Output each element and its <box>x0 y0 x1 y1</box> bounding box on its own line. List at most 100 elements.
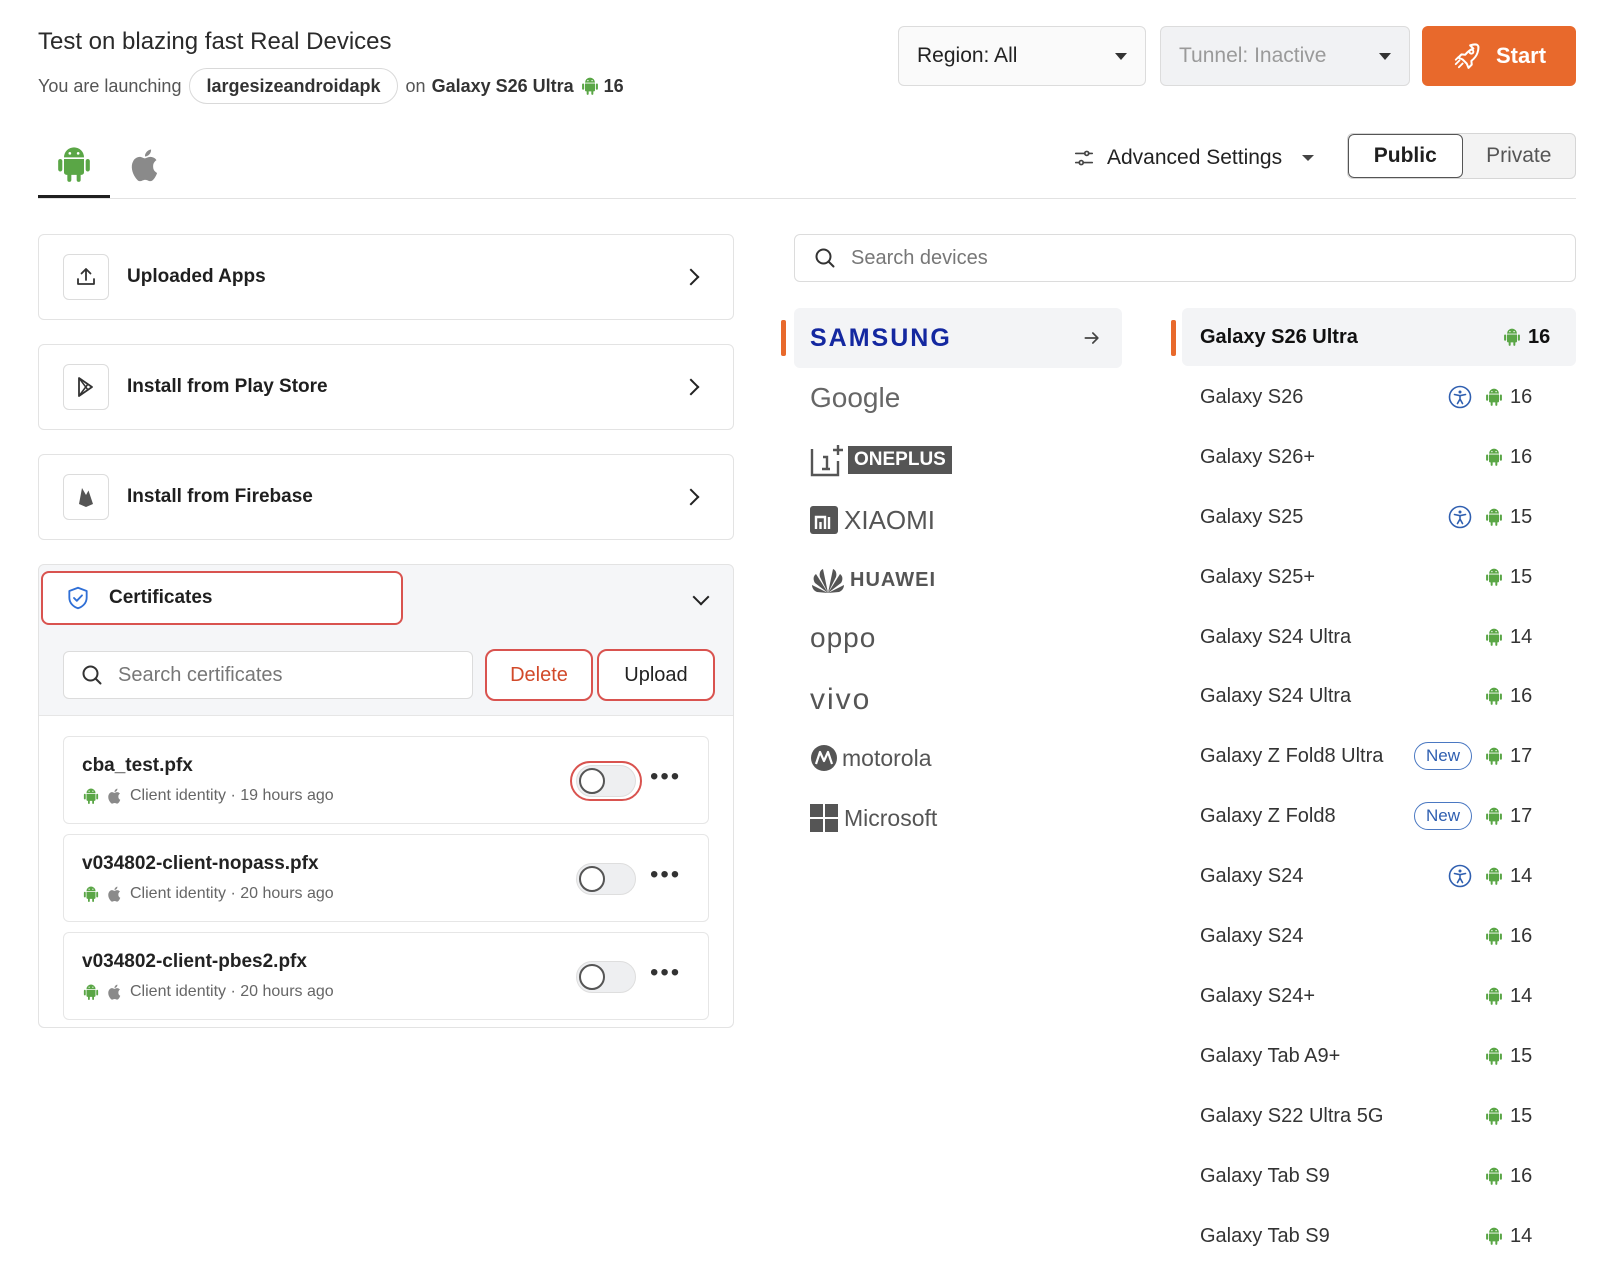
device-row[interactable]: Galaxy S22 Ultra 5G 15 <box>1182 1087 1576 1145</box>
device-row[interactable]: Galaxy S25 15 <box>1182 488 1576 546</box>
card-label: Install from Play Store <box>127 376 328 397</box>
caret-down-icon <box>1302 155 1315 161</box>
start-button[interactable]: Start <box>1422 26 1576 86</box>
tab-divider <box>38 198 1576 199</box>
chevron-right-icon <box>682 488 700 506</box>
selected-device: Galaxy S26 Ultra <box>431 75 574 96</box>
page-title: Test on blazing fast Real Devices <box>38 28 392 55</box>
device-row[interactable]: Galaxy S26+ 16 <box>1182 428 1576 486</box>
tab-android[interactable] <box>38 132 110 198</box>
android-icon <box>1484 1106 1504 1126</box>
brand-oppo[interactable]: oppo <box>794 608 1122 668</box>
android-icon <box>1484 686 1504 706</box>
device-name: Galaxy Z Fold8 <box>1200 804 1336 827</box>
accessibility-icon <box>1448 505 1472 529</box>
device-version: 15 <box>1510 505 1533 528</box>
device-row[interactable]: Galaxy S24+ 14 <box>1182 967 1576 1025</box>
brand-samsung[interactable]: SAMSUNG <box>794 308 1122 368</box>
on-text: on <box>405 75 426 96</box>
device-row[interactable]: Galaxy S24 14 <box>1182 847 1576 905</box>
xiaomi-logo: XIAOMI <box>844 504 936 535</box>
device-name: Galaxy S22 Ultra 5G <box>1200 1104 1384 1127</box>
device-search-input[interactable]: Search devices <box>794 234 1576 282</box>
region-value: Region: All <box>917 44 1018 67</box>
certificate-search-placeholder: Search certificates <box>118 663 283 686</box>
uploaded-apps-card[interactable]: Uploaded Apps <box>38 234 734 320</box>
certificate-search-input[interactable]: Search certificates <box>63 651 473 699</box>
device-name: Galaxy S24 Ultra <box>1200 625 1352 648</box>
certificates-title: Certificates <box>109 587 213 608</box>
certificate-toggle[interactable] <box>576 863 636 895</box>
device-version: 14 <box>1510 864 1533 887</box>
firebase-card[interactable]: Install from Firebase <box>38 454 734 540</box>
tunnel-value: Tunnel: Inactive <box>1179 44 1327 67</box>
android-icon <box>1484 926 1504 946</box>
region-select[interactable]: Region: All <box>898 26 1146 86</box>
device-row[interactable]: Galaxy Tab S9 14 <box>1182 1207 1576 1265</box>
device-version: 16 <box>1510 445 1533 468</box>
more-options-icon[interactable]: ••• <box>650 763 681 791</box>
shield-check-icon <box>68 586 88 610</box>
android-icon <box>1484 806 1504 826</box>
microsoft-logo-mark <box>810 804 838 832</box>
android-icon <box>1484 866 1504 886</box>
device-row[interactable]: Galaxy Z Fold8 Ultra New 17 <box>1182 727 1576 785</box>
certificates-header[interactable]: Certificates <box>41 571 403 625</box>
device-row[interactable]: Galaxy Z Fold8 New 17 <box>1182 787 1576 845</box>
brand-huawei[interactable]: HUAWEI <box>794 550 1122 610</box>
certificate-toggle[interactable] <box>576 765 636 797</box>
device-row[interactable]: Galaxy Tab S9 16 <box>1182 1147 1576 1205</box>
upload-button[interactable]: Upload <box>597 649 715 701</box>
brand-microsoft[interactable]: Microsoft <box>794 788 1122 848</box>
brand-google[interactable]: Google <box>794 368 1122 428</box>
brand-motorola[interactable]: motorola <box>794 728 1122 788</box>
search-icon <box>815 248 835 268</box>
device-row[interactable]: Galaxy S26 Ultra 16 <box>1182 308 1576 366</box>
certificate-toggle[interactable] <box>576 961 636 993</box>
device-version: 14 <box>1510 1224 1533 1247</box>
app-chip[interactable]: largesizeandroidapk <box>189 68 398 104</box>
vivo-logo: vivo <box>810 683 872 716</box>
caret-down-icon <box>1379 52 1391 60</box>
selected-version: 16 <box>603 75 624 96</box>
card-label: Uploaded Apps <box>127 266 266 287</box>
chevron-right-icon <box>682 378 700 396</box>
apple-icon <box>127 146 165 184</box>
device-name: Galaxy S25 <box>1200 505 1304 528</box>
device-row[interactable]: Galaxy Tab A9+ 15 <box>1182 1027 1576 1085</box>
motorola-logo-mark <box>811 745 837 771</box>
chevron-right-icon <box>682 268 700 286</box>
search-icon <box>82 665 102 685</box>
device-row[interactable]: Galaxy S24 Ultra 16 <box>1182 667 1576 725</box>
toggle-knob <box>579 866 605 892</box>
android-icon <box>1484 1166 1504 1186</box>
android-icon <box>1484 746 1504 766</box>
advanced-settings-label: Advanced Settings <box>1107 146 1283 169</box>
chevron-down-icon[interactable] <box>692 588 710 606</box>
tunnel-select[interactable]: Tunnel: Inactive <box>1160 26 1410 86</box>
device-row[interactable]: Galaxy S24 16 <box>1182 907 1576 965</box>
device-row[interactable]: Galaxy S25+ 15 <box>1182 548 1576 606</box>
certificate-meta: Client identity · 19 hours ago <box>82 787 334 805</box>
brand-oneplus[interactable]: ONEPLUS <box>794 430 1122 490</box>
private-option[interactable]: Private <box>1463 134 1576 178</box>
device-name: Galaxy S24 <box>1200 924 1304 947</box>
tab-ios[interactable] <box>110 132 182 198</box>
device-row[interactable]: Galaxy S24 Ultra 14 <box>1182 608 1576 666</box>
more-options-icon[interactable]: ••• <box>650 861 681 889</box>
more-options-icon[interactable]: ••• <box>650 959 681 987</box>
certificate-item: cba_test.pfx Client identity · 19 hours … <box>63 736 709 824</box>
public-option[interactable]: Public <box>1348 134 1463 178</box>
certificate-meta: Client identity · 20 hours ago <box>82 983 334 1001</box>
certificate-name: v034802-client-nopass.pfx <box>82 853 319 874</box>
advanced-settings-toggle[interactable]: Advanced Settings <box>1073 140 1315 176</box>
device-version: 15 <box>1510 1044 1533 1067</box>
certificate-item: v034802-client-nopass.pfx Client identit… <box>63 834 709 922</box>
device-row[interactable]: Galaxy S26 16 <box>1182 368 1576 426</box>
brand-xiaomi[interactable]: XIAOMI <box>794 490 1122 550</box>
brand-vivo[interactable]: vivo <box>794 670 1122 730</box>
play-store-card[interactable]: Install from Play Store <box>38 344 734 430</box>
certificate-meta-text: Client identity · 20 hours ago <box>130 885 334 902</box>
delete-button[interactable]: Delete <box>485 649 593 701</box>
launch-summary: You are launching largesizeandroidapk on… <box>38 68 624 104</box>
